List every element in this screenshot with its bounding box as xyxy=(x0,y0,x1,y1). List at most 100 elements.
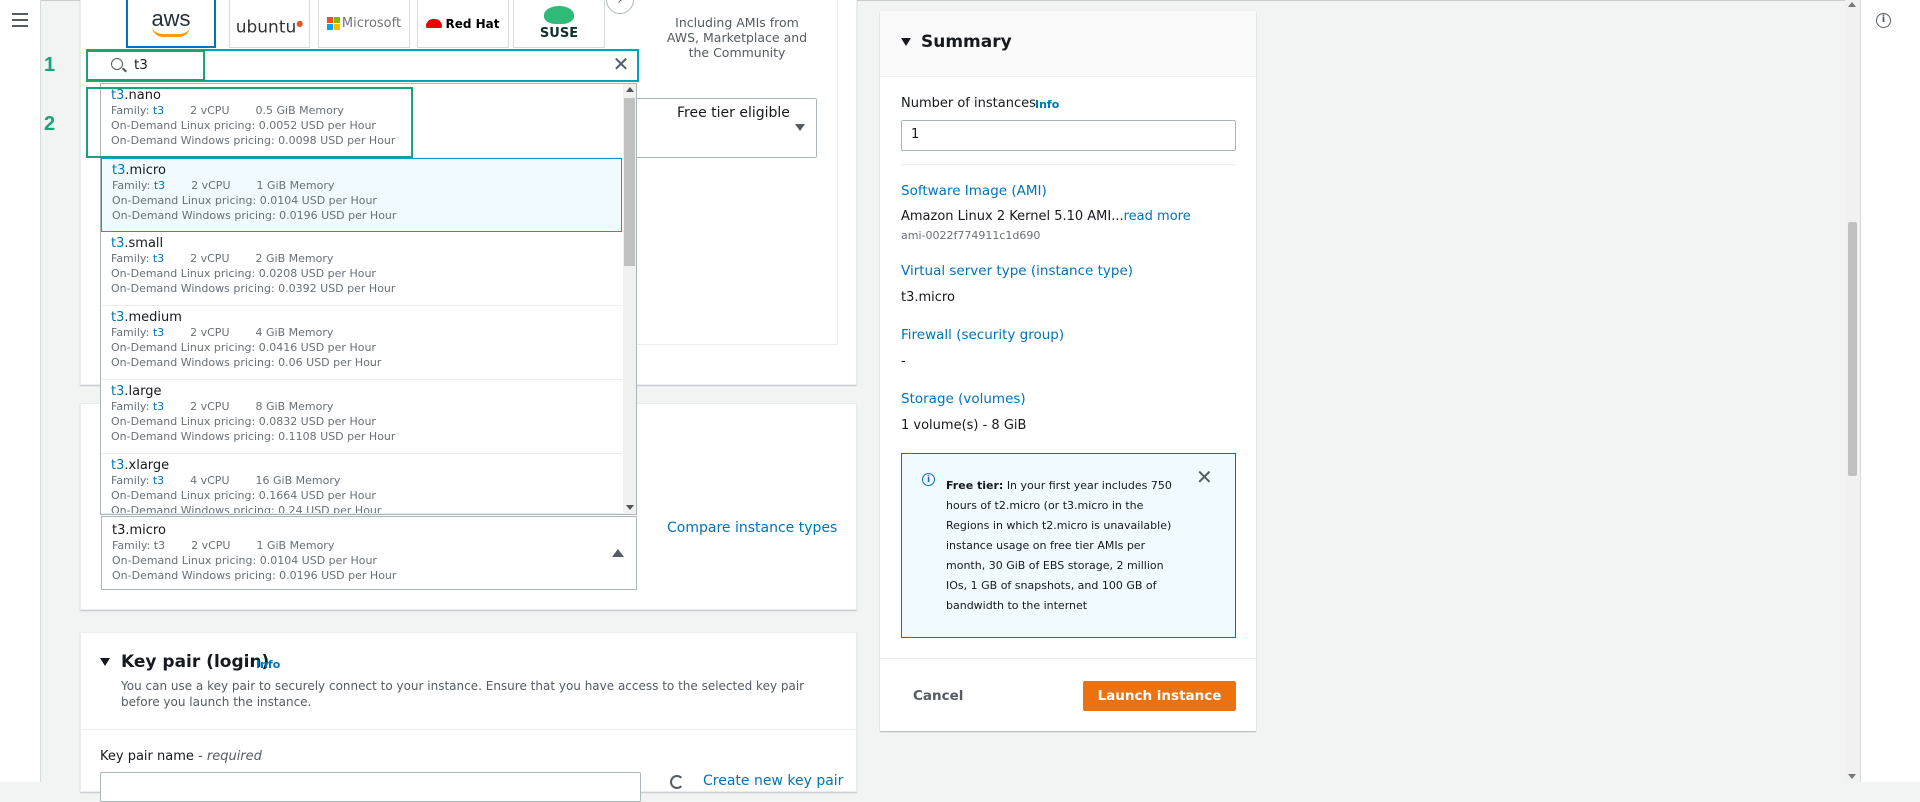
option-vcpu: 2 vCPU xyxy=(190,400,230,413)
page-scrollbar-thumb[interactable] xyxy=(1848,222,1857,476)
divider xyxy=(880,658,1256,659)
free-tier-title: Free tier: xyxy=(946,479,1004,492)
suse-chameleon-icon xyxy=(544,6,574,24)
caret-down-icon[interactable] xyxy=(901,38,911,46)
option-linux-pricing: On-Demand Linux pricing: 0.0104 USD per … xyxy=(112,194,377,207)
option-specs: Family: t3 4 vCPU 16 GiB Memory xyxy=(111,473,622,488)
selected-linux-pricing: On-Demand Linux pricing: 0.0104 USD per … xyxy=(112,554,377,567)
ami-tile-redhat[interactable]: Red Hat xyxy=(417,0,509,48)
microsoft-logo-text: Microsoft xyxy=(341,16,402,31)
option-windows-pricing: On-Demand Windows pricing: 0.0392 USD pe… xyxy=(111,282,396,295)
option-family-label: Family: xyxy=(111,252,150,265)
cancel-button[interactable]: Cancel xyxy=(913,688,963,704)
scroll-down-icon[interactable] xyxy=(626,505,634,510)
summary-title: Summary xyxy=(921,32,1012,52)
key-pair-name-label: Key pair name - required xyxy=(100,749,262,764)
instance-type-option[interactable]: t3.xlarge Family: t3 4 vCPU 16 GiB Memory On… xyxy=(101,454,622,514)
option-name: t3.large xyxy=(111,384,622,399)
storage-value: 1 volume(s) - 8 GiB xyxy=(901,418,1027,433)
option-memory: 4 GiB Memory xyxy=(255,326,334,339)
ami-tile-suse[interactable]: SUSE xyxy=(513,0,605,48)
software-image-value: Amazon Linux 2 Kernel 5.10 AMI...read mo… xyxy=(901,209,1191,224)
menu-icon[interactable] xyxy=(12,13,28,27)
caret-down-icon xyxy=(795,124,805,131)
instance-type-option[interactable]: t3.medium Family: t3 2 vCPU 4 GiB Memory On-… xyxy=(101,306,622,380)
option-windows-pricing: On-Demand Windows pricing: 0.06 USD per … xyxy=(111,356,382,369)
num-instances-info-link[interactable]: Info xyxy=(1035,98,1059,111)
ami-id: ami-0022f774911c1d690 xyxy=(901,229,1041,242)
option-family-label: Family: xyxy=(111,474,150,487)
instance-type-option[interactable]: t3.large Family: t3 2 vCPU 8 GiB Memory On-D… xyxy=(101,380,622,454)
option-specs: Family: t3 2 vCPU 4 GiB Memory xyxy=(111,325,622,340)
option-windows-pricing: On-Demand Windows pricing: 0.0196 USD pe… xyxy=(112,209,397,222)
option-windows-pricing: On-Demand Windows pricing: 0.1108 USD pe… xyxy=(111,430,396,443)
compare-instance-types-link[interactable]: Compare instance types xyxy=(667,520,837,536)
caret-up-icon xyxy=(612,549,624,557)
option-name-prefix: t3 xyxy=(111,236,125,251)
free-tier-alert-text: Free tier: In your first year includes 7… xyxy=(946,476,1186,616)
required-text: - required xyxy=(198,749,262,764)
left-nav-rail xyxy=(0,0,41,782)
ubuntu-logo-text: ubuntu xyxy=(235,17,297,38)
firewall-link[interactable]: Firewall (security group) xyxy=(901,327,1064,343)
option-name: t3.small xyxy=(111,236,622,251)
num-instances-label: Number of instances xyxy=(901,96,1036,111)
refresh-icon[interactable] xyxy=(670,775,684,789)
option-name-prefix: t3 xyxy=(111,310,125,325)
close-icon[interactable]: ✕ xyxy=(612,54,630,74)
option-family-label: Family: xyxy=(111,400,150,413)
num-instances-input[interactable]: 1 xyxy=(901,120,1236,151)
close-icon[interactable]: ✕ xyxy=(1196,467,1213,487)
software-image-text: Amazon Linux 2 Kernel 5.10 AMI... xyxy=(901,209,1124,224)
storage-link[interactable]: Storage (volumes) xyxy=(901,391,1026,407)
free-tier-badge: Free tier eligible xyxy=(677,105,790,121)
redhat-hat-icon xyxy=(426,19,443,28)
caret-down-icon[interactable] xyxy=(100,658,110,666)
key-pair-select[interactable] xyxy=(100,772,641,802)
read-more-link[interactable]: read more xyxy=(1124,209,1191,224)
server-type-value: t3.micro xyxy=(901,290,955,305)
option-family-label: Family: xyxy=(112,179,151,192)
key-pair-name-text: Key pair name xyxy=(100,749,194,764)
info-icon[interactable]: i xyxy=(1876,13,1891,28)
scroll-down-icon[interactable] xyxy=(1848,774,1856,779)
dropdown-scrollbar-thumb[interactable] xyxy=(624,98,635,266)
scroll-up-icon[interactable] xyxy=(1848,2,1856,7)
option-family: t3 xyxy=(152,474,165,487)
divider xyxy=(901,164,1236,165)
scroll-up-icon[interactable] xyxy=(626,87,634,92)
instance-type-select[interactable]: t3.micro Family: t3 2 vCPU 1 GiB Memory On… xyxy=(101,516,637,590)
aws-logo-text: aws xyxy=(151,6,191,31)
microsoft-logo-icon xyxy=(326,17,340,30)
ami-tile-ubuntu[interactable]: ubuntu● xyxy=(229,0,310,48)
suse-logo-text: SUSE xyxy=(539,26,579,41)
create-key-pair-link[interactable]: Create new key pair xyxy=(703,773,843,789)
divider xyxy=(80,729,857,730)
option-name: t3.medium xyxy=(111,310,622,325)
launch-instance-button[interactable]: Launch instance xyxy=(1083,681,1236,711)
redhat-logo-text: Red Hat xyxy=(445,17,500,31)
option-name-suffix: .medium xyxy=(124,310,182,325)
option-specs: Family: t3 2 vCPU 8 GiB Memory xyxy=(111,399,622,414)
software-image-link[interactable]: Software Image (AMI) xyxy=(901,183,1047,199)
option-linux-pricing: On-Demand Linux pricing: 0.0208 USD per … xyxy=(111,267,376,280)
free-tier-body: In your first year includes 750 hours of… xyxy=(946,479,1172,612)
option-family: t3 xyxy=(152,326,165,339)
option-name-prefix: t3 xyxy=(111,458,125,473)
option-family: t3 xyxy=(152,252,165,265)
instance-type-option[interactable]: t3.small Family: t3 2 vCPU 2 GiB Memory On-D… xyxy=(101,232,622,306)
selected-instance-name: t3.micro xyxy=(112,523,166,538)
ami-community-text: Including AMIs from AWS, Marketplace and… xyxy=(666,15,808,60)
key-pair-info-link[interactable]: Info xyxy=(256,658,280,671)
selected-family: Family: t3 xyxy=(112,539,166,552)
server-type-link[interactable]: Virtual server type (instance type) xyxy=(901,263,1133,279)
ami-tile-aws[interactable]: aws xyxy=(126,0,216,48)
option-name-suffix: .small xyxy=(124,236,164,251)
ami-tile-microsoft[interactable]: Microsoft xyxy=(318,0,410,48)
instance-type-option[interactable]: t3.micro Family: t3 2 vCPU 1 GiB Memory On-D… xyxy=(101,158,622,232)
option-name-suffix: .xlarge xyxy=(124,458,170,473)
annotation-number-2: 2 xyxy=(44,113,56,135)
option-name: t3.micro xyxy=(112,163,621,178)
option-name-prefix: t3 xyxy=(112,163,126,178)
option-name-prefix: t3 xyxy=(111,384,125,399)
